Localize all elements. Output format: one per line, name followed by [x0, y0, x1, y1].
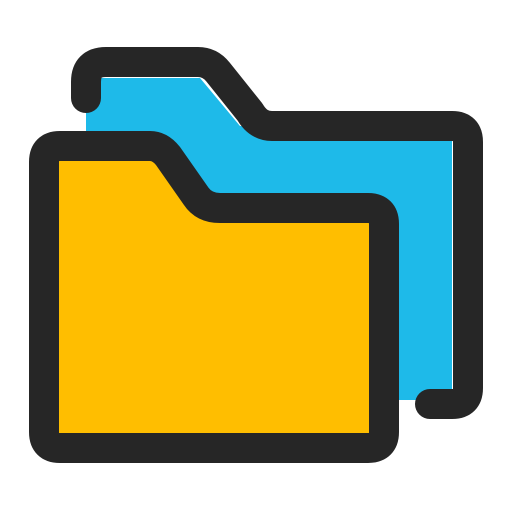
- folders-icon: [29, 47, 483, 463]
- icon-canvas: [0, 0, 512, 512]
